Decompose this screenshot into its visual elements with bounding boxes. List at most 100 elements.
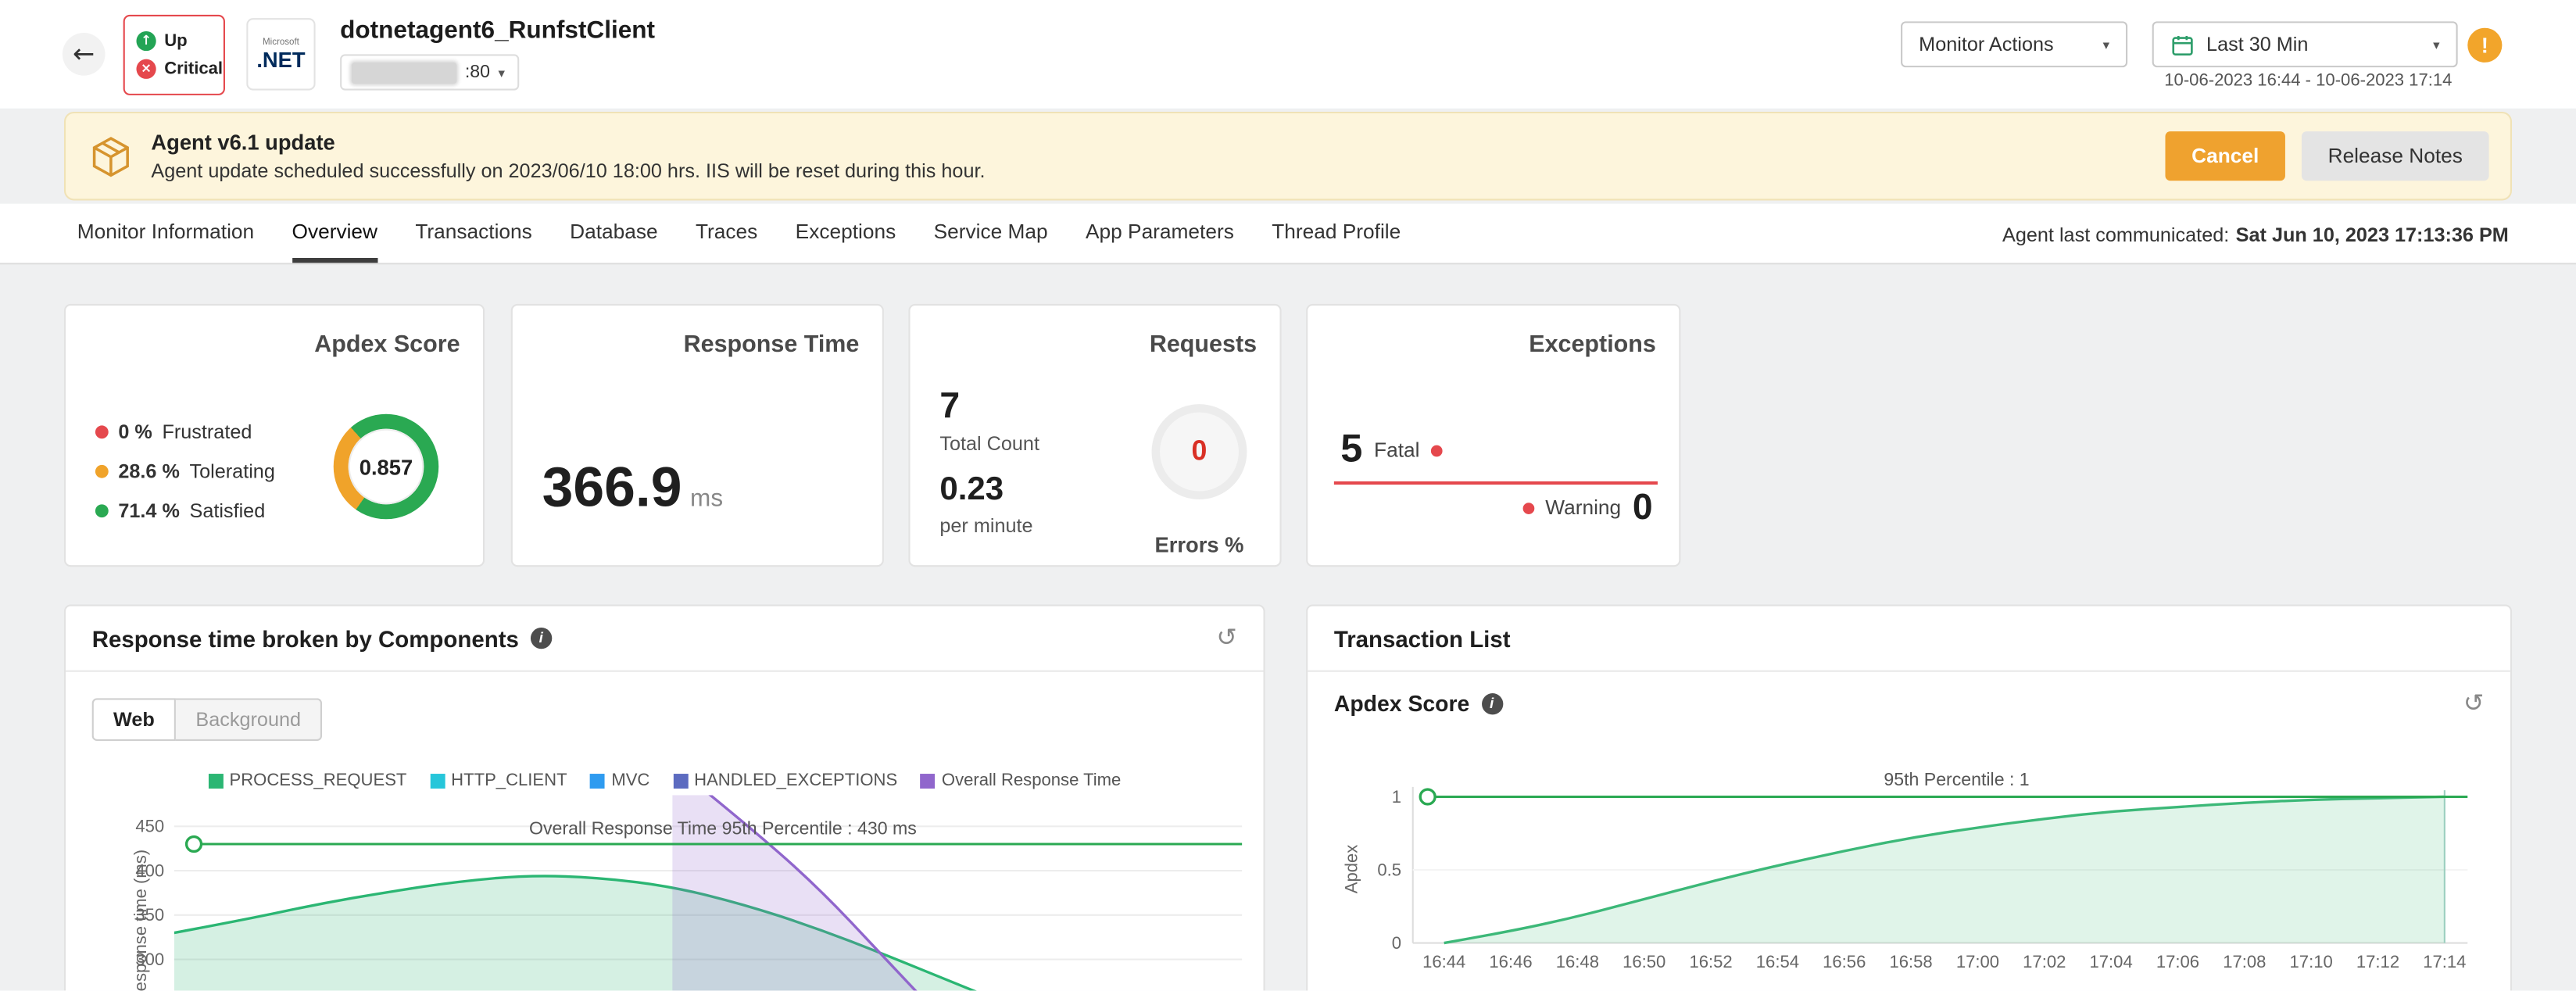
page-title: dotnetagent6_RunfstClient	[340, 16, 656, 45]
transactions-panel-title: Transaction List	[1333, 624, 1511, 652]
agent-update-banner: Agent v6.1 update Agent update scheduled…	[63, 111, 2513, 201]
legend-swatch-icon	[589, 773, 605, 788]
warning-label: Warning	[1545, 496, 1622, 520]
tab-monitor-information[interactable]: Monitor Information	[77, 204, 254, 263]
legend-satisfied: 71.4 % Satisfied	[95, 499, 275, 522]
critical-x-icon: ×	[136, 59, 156, 79]
banner-title: Agent v6.1 update	[151, 130, 335, 155]
toggle-background-button[interactable]: Background	[176, 698, 323, 742]
fatal-value: 5	[1340, 427, 1363, 472]
transactions-panel-header: Transaction List	[1308, 606, 2510, 672]
legend-tolerating: 28.6 % Tolerating	[95, 460, 275, 483]
legend-item-HANDLED_EXCEPTIONS[interactable]: HANDLED_EXCEPTIONS	[672, 771, 897, 790]
components-chart-legend: PROCESS_REQUEST HTTP_CLIENT MVC HANDLED_EXC…	[66, 771, 1263, 790]
tab-thread-profile[interactable]: Thread Profile	[1272, 204, 1401, 263]
date-range-text: 10-06-2023 16:44 - 10-06-2023 17:14	[2164, 70, 2453, 91]
info-icon[interactable]: i	[1481, 693, 1503, 715]
satisfied-label: Satisfied	[189, 499, 266, 523]
cancel-button[interactable]: Cancel	[2165, 131, 2285, 181]
history-icon[interactable]: ↺	[1216, 625, 1236, 651]
apdex-gauge: 0.857	[333, 413, 439, 520]
y-tick-label: 1	[1392, 787, 1401, 807]
x-tick-label: 16:50	[1623, 952, 1665, 971]
release-notes-button[interactable]: Release Notes	[2301, 131, 2489, 181]
tab-overview[interactable]: Overview	[292, 204, 378, 263]
components-panel-title: Response time broken by Components	[91, 624, 519, 652]
y-axis-label: Response time (ms)	[131, 850, 150, 991]
y-tick-label: 0.5	[1377, 860, 1401, 879]
percentile-marker-icon	[184, 835, 203, 853]
legend-item-MVC[interactable]: MVC	[589, 770, 650, 791]
apdex-chart-title: Apdex Score	[1333, 691, 1470, 717]
tab-transactions[interactable]: Transactions	[415, 204, 531, 263]
x-tick-label: 17:06	[2156, 952, 2199, 971]
errors-percent-circle: 0	[1151, 404, 1247, 500]
banner-actions: Cancel Release Notes	[2165, 131, 2489, 181]
tab-app-parameters[interactable]: App Parameters	[1086, 204, 1234, 263]
tab-traces[interactable]: Traces	[696, 204, 757, 263]
x-tick-label: 17:08	[2223, 952, 2266, 971]
content-area: Apdex Score 0 % Frustrated 28.6 % Tolera…	[0, 264, 2576, 991]
x-tick-label: 16:44	[1422, 952, 1465, 971]
package-icon	[89, 134, 134, 178]
tolerating-label: Tolerating	[189, 460, 275, 483]
status-badge: ↑ Up × Critical	[123, 14, 225, 95]
warning-dot-icon	[1522, 502, 1534, 513]
banner-message: Agent update scheduled successfully on 2…	[151, 159, 986, 183]
legend-item-Overall Response Time[interactable]: Overall Response Time	[920, 770, 1122, 791]
x-tick-label: 17:12	[2356, 952, 2399, 971]
tab-exceptions[interactable]: Exceptions	[796, 204, 896, 263]
satisfied-dot-icon	[95, 504, 109, 518]
dotnet-logo: Microsoft .NET	[246, 18, 316, 91]
requests-counts: 7 Total Count 0.23 per minute	[939, 385, 1039, 537]
requests-card: Requests 7 Total Count 0.23 per minute 0…	[908, 303, 1282, 567]
time-range-dropdown[interactable]: Last 30 Min ▾	[2152, 21, 2458, 68]
legend-item-HTTP_CLIENT[interactable]: HTTP_CLIENT	[429, 771, 567, 790]
frustrated-label: Frustrated	[162, 420, 252, 444]
web-background-toggle: Web Background	[91, 698, 323, 742]
transaction-list-panel: Transaction List Apdex Score i ↺ 1 0.5 0 16…	[1306, 604, 2513, 991]
legend-label: Overall Response Time	[941, 770, 1122, 791]
fatal-trend-line	[1333, 481, 1658, 485]
monitor-actions-dropdown[interactable]: Monitor Actions ▾	[1901, 21, 2128, 68]
toggle-web-button[interactable]: Web	[91, 698, 177, 742]
legend-swatch-icon	[920, 773, 936, 788]
apdex-chart[interactable]: 1 0.5 0 16:44 16:46 16:48 16:50 16:52 16:54 16:56…	[1308, 767, 2513, 981]
back-button[interactable]: ←	[62, 33, 106, 76]
tab-database[interactable]: Database	[570, 204, 657, 263]
x-tick-label: 16:58	[1889, 952, 1932, 971]
tolerating-value: 28.6 %	[118, 460, 180, 483]
requests-per-minute-label: per minute	[939, 513, 1033, 538]
legend-item-PROCESS_REQUEST[interactable]: PROCESS_REQUEST	[208, 771, 406, 790]
host-redacted-text	[351, 61, 457, 84]
fatal-row: 5 Fatal	[1340, 427, 1443, 472]
history-icon[interactable]: ↺	[2463, 689, 2484, 718]
response-time-value: 366.9	[542, 456, 682, 520]
apdex-legend: 0 % Frustrated 28.6 % Tolerating 71.4 % …	[95, 420, 275, 522]
frustrated-dot-icon	[95, 425, 109, 439]
fatal-dot-icon	[1431, 444, 1443, 456]
x-tick-label: 16:52	[1689, 952, 1732, 971]
status-critical-label: Critical	[164, 59, 224, 79]
apdex-score-value: 0.857	[348, 428, 424, 505]
percentile-annotation: Overall Response Time 95th Percentile : …	[529, 817, 917, 838]
app: ← ↑ Up × Critical Microsoft .NET dotneta…	[0, 0, 2576, 991]
last-communicated-value: Sat Jun 10, 2023 17:13:36 PM	[2235, 222, 2509, 246]
warning-row: Warning 0	[1522, 486, 1653, 528]
legend-label: MVC	[611, 770, 650, 791]
alert-icon[interactable]: !	[2467, 27, 2503, 63]
requests-card-title: Requests	[1149, 331, 1258, 359]
host-selector[interactable]: :80 ▾	[340, 54, 520, 91]
chevron-down-icon: ▾	[498, 65, 505, 80]
requests-total-count: 7	[939, 384, 961, 426]
tolerating-dot-icon	[95, 464, 109, 478]
response-time-card: Response Time 366.9 ms	[510, 303, 884, 567]
legend-frustrated: 0 % Frustrated	[95, 420, 275, 444]
components-chart[interactable]: 450400350300Response time (ms)Overall Re…	[66, 795, 1267, 991]
warning-value: 0	[1632, 486, 1653, 528]
tab-service-map[interactable]: Service Map	[934, 204, 1048, 263]
banner-text: Agent v6.1 update Agent update scheduled…	[151, 130, 985, 182]
satisfied-value: 71.4 %	[118, 499, 180, 523]
info-icon[interactable]: i	[530, 627, 552, 649]
last-communicated-label: Agent last communicated:	[2002, 222, 2230, 246]
